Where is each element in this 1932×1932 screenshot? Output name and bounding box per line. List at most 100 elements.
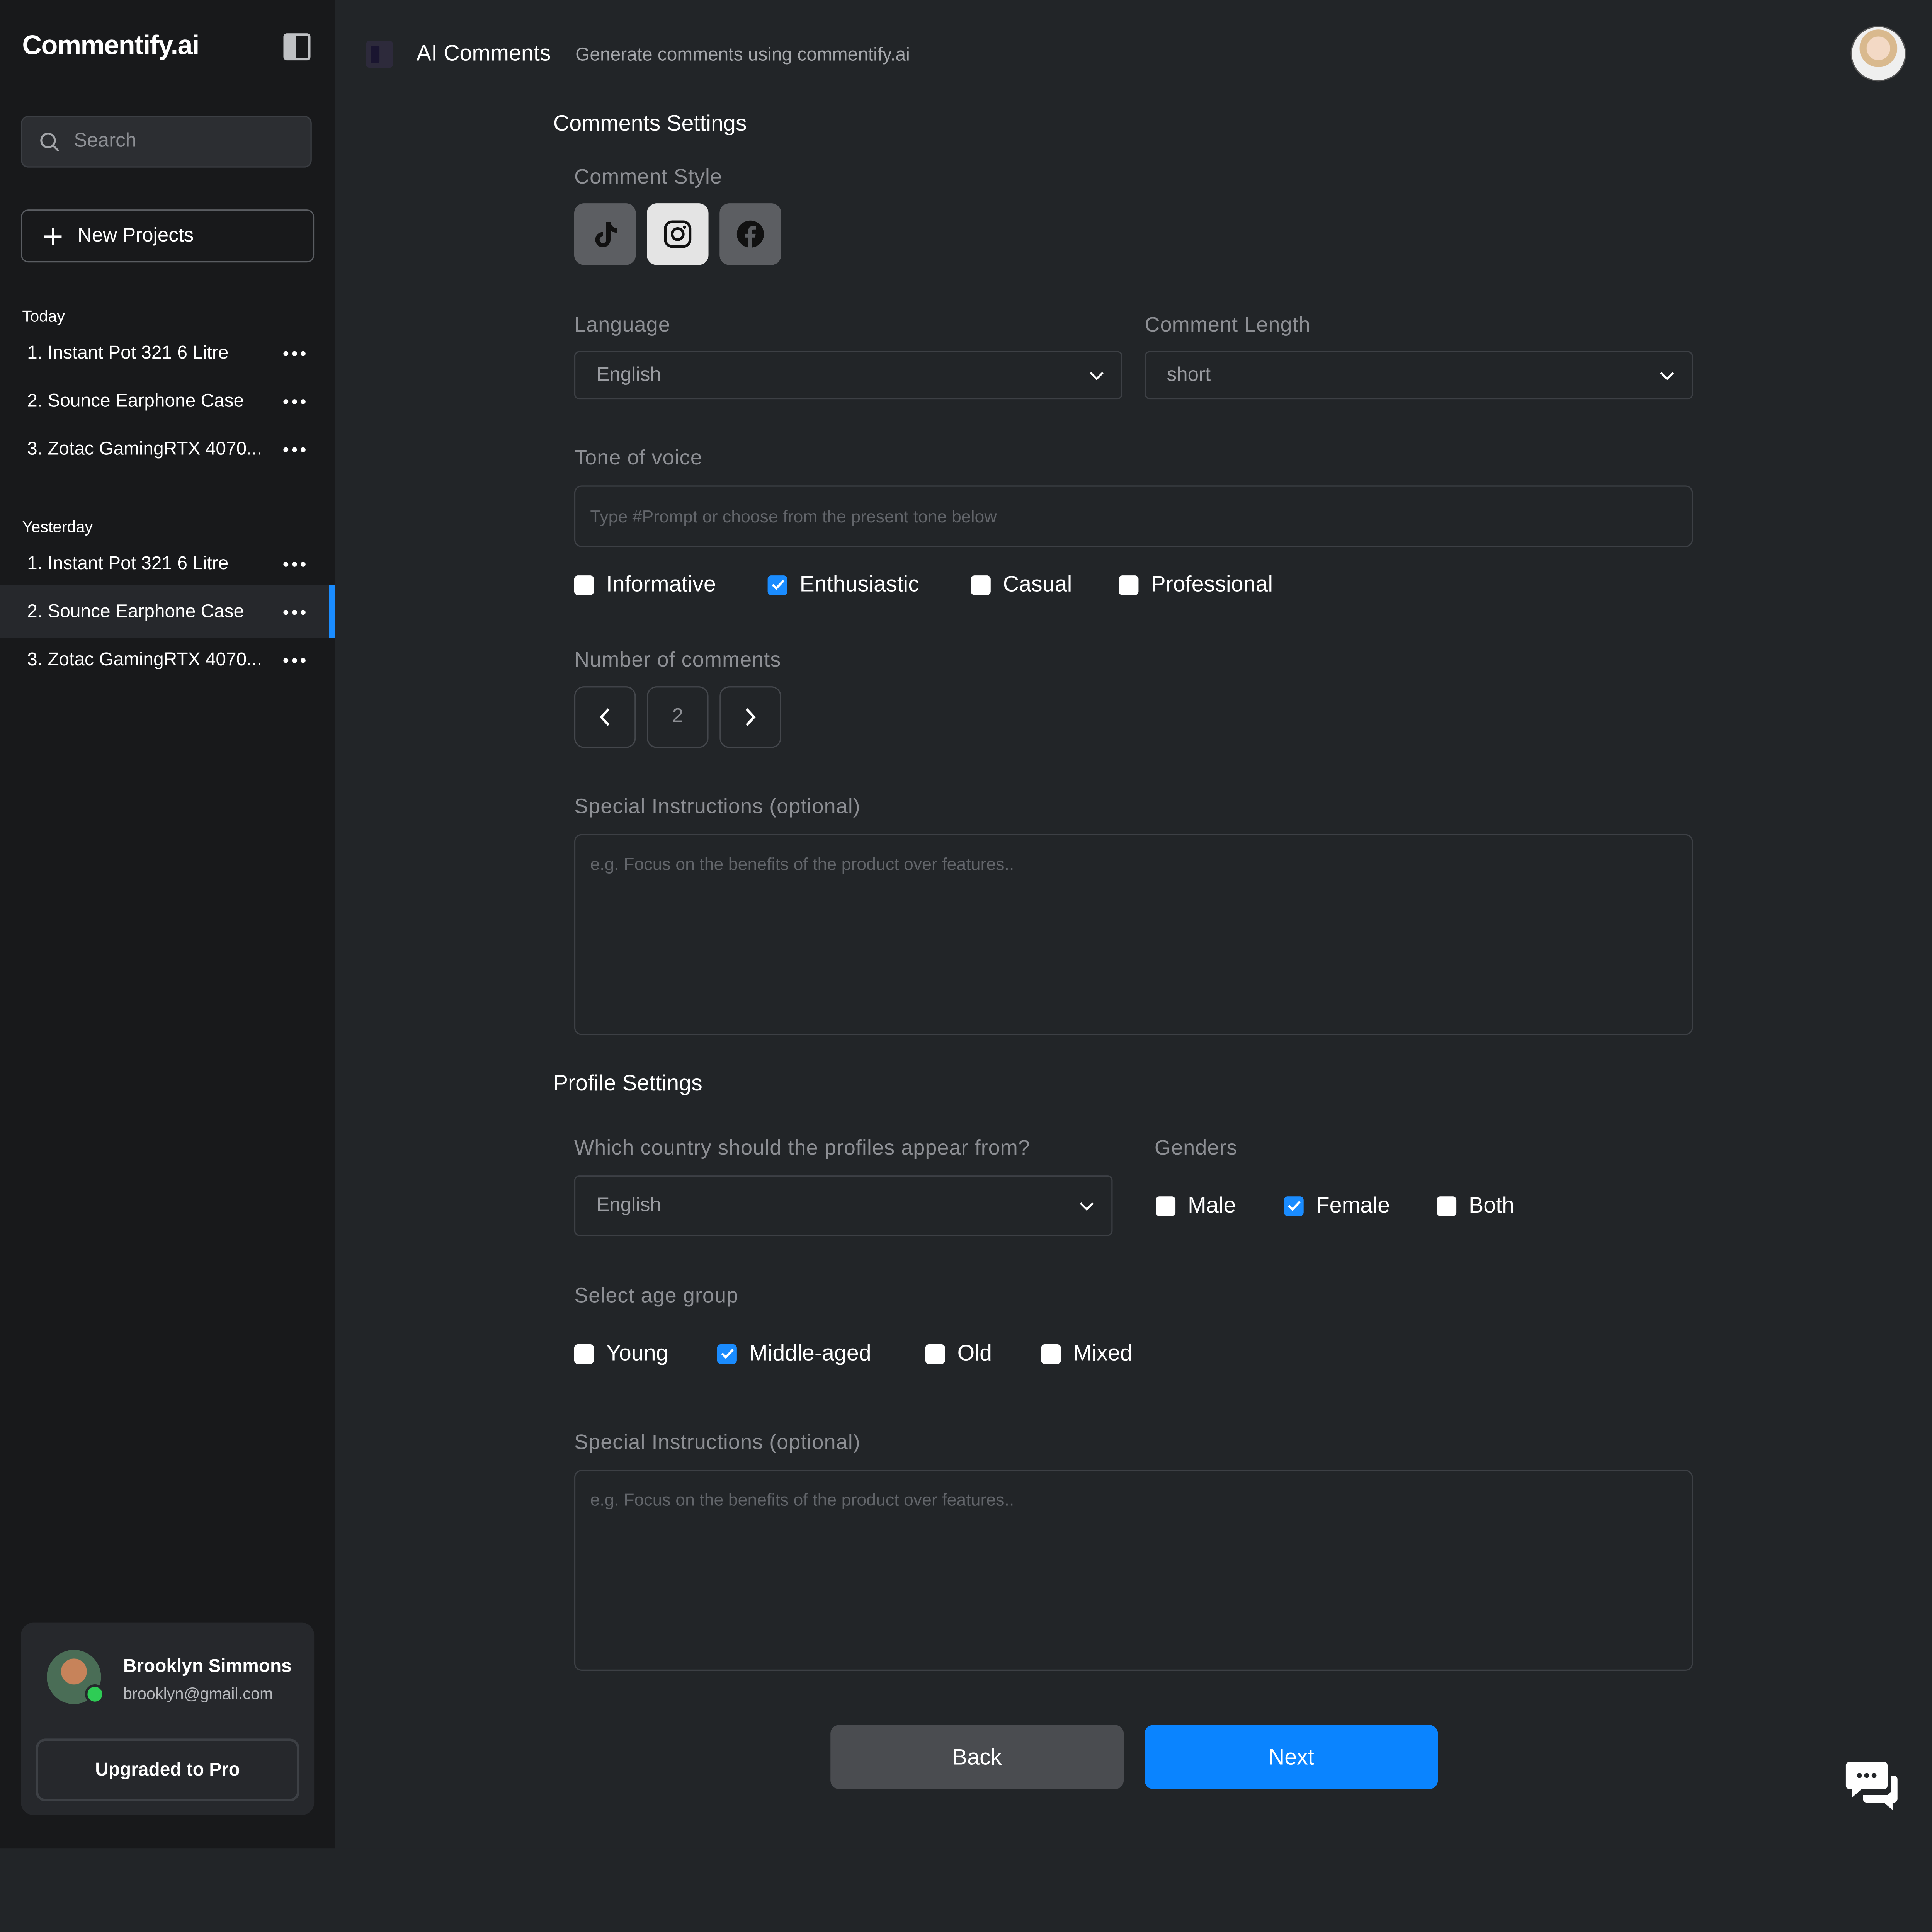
project-label: 3. Zotac GamingRTX 4070...	[27, 649, 262, 670]
more-options-icon[interactable]	[283, 350, 306, 355]
group-label-yesterday: Yesterday	[22, 517, 93, 536]
checkbox-label: Both	[1469, 1192, 1515, 1218]
project-label: 2. Sounce Earphone Case	[27, 390, 244, 412]
profile-avatar[interactable]	[1850, 26, 1906, 82]
increment-button[interactable]	[719, 686, 781, 748]
checkbox-label: Male	[1187, 1192, 1236, 1218]
language-label: Language	[574, 313, 670, 337]
group-label-today: Today	[22, 307, 65, 325]
more-options-icon[interactable]	[283, 657, 306, 662]
more-options-icon[interactable]	[283, 609, 306, 614]
chat-support-icon[interactable]	[1845, 1758, 1900, 1812]
new-project-button[interactable]: New Projects	[21, 209, 315, 263]
project-item[interactable]: 1. Instant Pot 321 6 Litre	[0, 540, 335, 588]
age-group-label: Select age group	[574, 1284, 739, 1308]
chevron-left-icon	[599, 708, 610, 726]
tone-input[interactable]	[575, 486, 1692, 546]
profile-instructions-textarea[interactable]	[575, 1471, 1692, 1670]
profile-instructions-label: Special Instructions (optional)	[574, 1430, 861, 1454]
more-options-icon[interactable]	[283, 446, 306, 452]
country-value: English	[596, 1194, 661, 1216]
language-value: English	[596, 364, 661, 385]
checkbox[interactable]	[1041, 1344, 1061, 1364]
search-icon	[40, 133, 59, 151]
checkbox-label: Enthusiastic	[799, 571, 920, 597]
tone-checkbox-professional[interactable]: Professional	[1119, 572, 1273, 598]
tone-checkbox-casual[interactable]: Casual	[971, 572, 1072, 598]
project-item[interactable]: 1. Instant Pot 321 6 Litre	[0, 329, 335, 377]
checkbox[interactable]	[1437, 1196, 1457, 1216]
checkbox[interactable]	[574, 575, 594, 595]
age-checkbox-mixed[interactable]: Mixed	[1041, 1340, 1133, 1366]
age-checkbox-middle-aged[interactable]: Middle-aged	[717, 1340, 871, 1366]
project-label: 3. Zotac GamingRTX 4070...	[27, 439, 262, 460]
country-label: Which country should the profiles appear…	[574, 1136, 1030, 1160]
app-window: { "app": { "brand": "Commentify.ai" }, "…	[0, 0, 1932, 1849]
checkbox[interactable]	[574, 1344, 594, 1364]
facebook-icon	[736, 220, 764, 248]
project-label: 1. Instant Pot 321 6 Litre	[27, 342, 229, 364]
project-item[interactable]: 2. Sounce Earphone Case	[0, 377, 335, 425]
style-tiktok-button[interactable]	[574, 203, 636, 265]
project-label: 1. Instant Pot 321 6 Litre	[27, 553, 229, 574]
comment-count-value: 2	[647, 686, 709, 748]
gender-checkbox-male[interactable]: Male	[1156, 1193, 1236, 1219]
checkbox-label: Middle-aged	[749, 1340, 871, 1366]
page-title: AI Comments	[416, 41, 551, 66]
project-label: 2. Sounce Earphone Case	[27, 601, 244, 622]
checkbox[interactable]	[971, 575, 991, 595]
online-status-dot	[85, 1684, 105, 1704]
sidebar: Commentify.ai New Projects Today 1. Inst…	[0, 0, 335, 1849]
style-instagram-button[interactable]	[647, 203, 709, 265]
tone-checkbox-enthusiastic[interactable]: Enthusiastic	[767, 571, 920, 598]
search-input[interactable]	[71, 129, 298, 154]
search-field[interactable]	[21, 116, 312, 168]
checkbox-label: Professional	[1151, 571, 1273, 597]
checkbox[interactable]	[1156, 1196, 1176, 1216]
more-options-icon[interactable]	[283, 398, 306, 404]
checkbox[interactable]	[1119, 575, 1139, 595]
checkbox-label: Old	[957, 1340, 992, 1366]
checkbox-label: Young	[606, 1340, 668, 1366]
profile-settings-title: Profile Settings	[553, 1071, 702, 1095]
checkbox-checked[interactable]	[717, 1344, 737, 1364]
language-select[interactable]: English	[574, 351, 1122, 400]
plus-icon	[44, 227, 62, 245]
next-button[interactable]: Next	[1145, 1725, 1438, 1789]
more-options-icon[interactable]	[283, 561, 306, 566]
style-facebook-button[interactable]	[719, 203, 781, 265]
special-instructions-field[interactable]	[574, 834, 1693, 1035]
sidebar-toggle-icon[interactable]	[283, 33, 311, 61]
gender-checkbox-both[interactable]: Both	[1437, 1193, 1514, 1219]
special-instructions-textarea[interactable]	[575, 835, 1692, 1034]
back-button[interactable]: Back	[830, 1725, 1124, 1789]
profile-instructions-field[interactable]	[574, 1470, 1693, 1671]
project-item[interactable]: 3. Zotac GamingRTX 4070...	[0, 425, 335, 473]
upgrade-button[interactable]: Upgraded to Pro	[36, 1738, 299, 1801]
gender-checkbox-female[interactable]: Female	[1284, 1193, 1390, 1219]
country-select[interactable]: English	[574, 1175, 1113, 1236]
checkbox[interactable]	[925, 1344, 945, 1364]
checkbox-checked[interactable]	[767, 575, 787, 595]
decrement-button[interactable]	[574, 686, 636, 748]
project-item-active[interactable]: 2. Sounce Earphone Case	[0, 585, 335, 638]
genders-label: Genders	[1154, 1136, 1238, 1160]
tone-field[interactable]	[574, 485, 1693, 547]
app-icon	[366, 41, 393, 68]
chevron-right-icon	[746, 708, 756, 726]
checkbox-label: Mixed	[1073, 1340, 1133, 1366]
project-item[interactable]: 3. Zotac GamingRTX 4070...	[0, 636, 335, 684]
user-email: brooklyn@gmail.com	[123, 1684, 273, 1703]
age-checkbox-young[interactable]: Young	[574, 1340, 668, 1366]
chevron-down-icon	[1090, 371, 1104, 380]
checkbox-checked[interactable]	[1284, 1196, 1304, 1216]
checkbox-label: Casual	[1003, 571, 1072, 597]
comment-length-select[interactable]: short	[1145, 351, 1693, 400]
comment-length-label: Comment Length	[1145, 313, 1311, 337]
tone-checkbox-informative[interactable]: Informative	[574, 572, 716, 598]
checkmark-icon	[720, 1349, 733, 1359]
user-card: Brooklyn Simmons brooklyn@gmail.com Upgr…	[21, 1622, 315, 1815]
tone-label: Tone of voice	[574, 446, 702, 469]
checkbox-label: Female	[1316, 1192, 1390, 1218]
age-checkbox-old[interactable]: Old	[925, 1340, 992, 1366]
